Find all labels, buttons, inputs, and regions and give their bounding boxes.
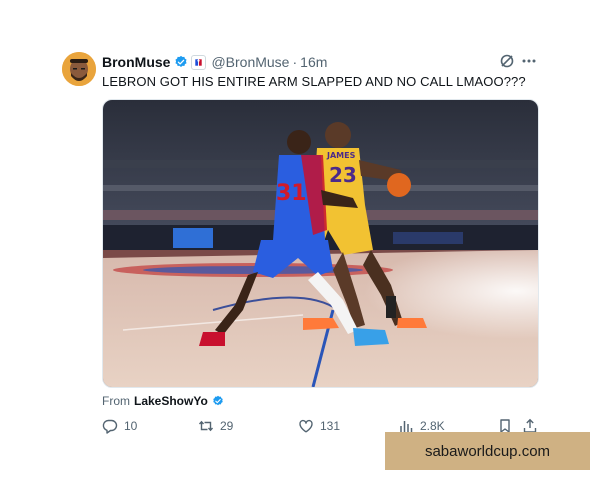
tweet-header: BronMuse @BronMuse · 16m (102, 53, 327, 71)
reply-count: 10 (124, 419, 138, 433)
verified-badge-icon (174, 55, 188, 69)
laker-jersey-number: 23 (329, 163, 357, 187)
tweet[interactable]: BronMuse @BronMuse · 16m LEBRON GOT HIS (0, 0, 600, 480)
attribution-prefix: From (102, 394, 130, 408)
media-attribution: From LakeShowYo (102, 393, 224, 409)
reply-button[interactable]: 10 (102, 416, 137, 436)
nba-affiliate-icon[interactable] (191, 54, 207, 70)
like-icon (299, 419, 313, 433)
more-icon[interactable] (521, 56, 537, 66)
attribution-user-link[interactable]: LakeShowYo (134, 394, 208, 408)
views-count: 2.8K (420, 419, 445, 433)
retweet-count: 29 (220, 419, 234, 433)
retweet-button[interactable]: 29 (198, 416, 233, 436)
tweet-text: LEBRON GOT HIS ENTIRE ARM SLAPPED AND NO… (102, 74, 526, 89)
laker-jersey-name: JAMES (326, 151, 356, 160)
separator: · (292, 54, 298, 70)
reply-icon (102, 419, 118, 434)
like-button[interactable]: 131 (298, 416, 340, 436)
watermark-banner: sabaworldcup.com (385, 432, 590, 470)
avatar[interactable] (62, 52, 96, 86)
handle[interactable]: @BronMuse (211, 54, 289, 70)
tweet-media-image[interactable]: 23 JAMES 31 (102, 99, 539, 388)
timestamp[interactable]: 16m (300, 54, 327, 70)
like-count: 131 (320, 419, 341, 433)
display-name[interactable]: BronMuse (102, 54, 170, 70)
retweet-icon (198, 420, 214, 432)
pistons-jersey-number: 31 (276, 181, 307, 206)
grok-icon[interactable] (499, 53, 515, 69)
verified-badge-icon (212, 395, 224, 407)
avatar-image (62, 52, 96, 86)
